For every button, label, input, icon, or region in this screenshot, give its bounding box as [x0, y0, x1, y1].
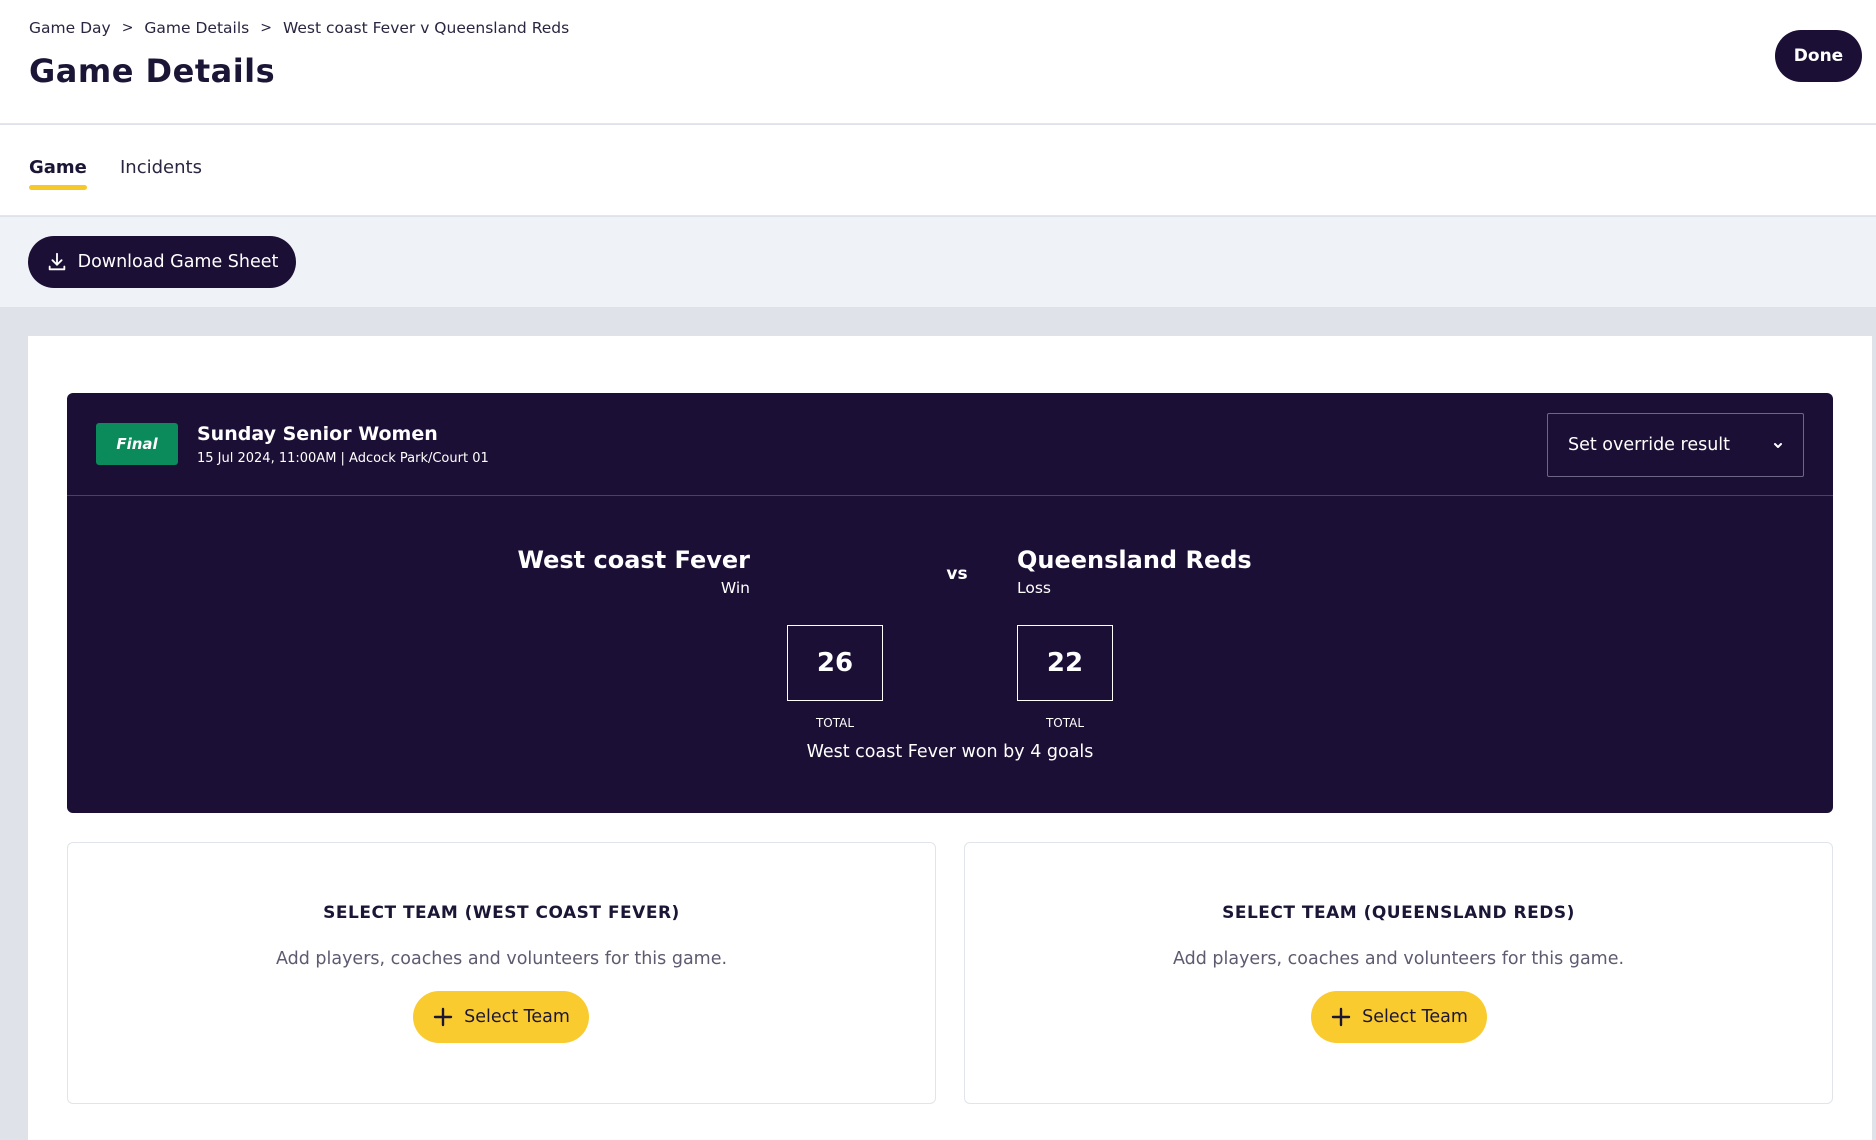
tab-bar: Game Incidents — [0, 125, 1876, 216]
select-team-label: Select Team — [464, 1007, 570, 1027]
breadcrumb: Game Day > Game Details > West coast Fev… — [29, 19, 569, 37]
select-team-label: Select Team — [1362, 1007, 1468, 1027]
vs-label: vs — [946, 564, 968, 584]
home-team-name: West coast Fever — [517, 546, 751, 574]
select-team-button-home[interactable]: Select Team — [413, 991, 589, 1043]
panel-title: SELECT TEAM (WEST COAST FEVER) — [323, 903, 680, 923]
plus-icon — [1331, 1007, 1351, 1027]
breadcrumb-separator: > — [121, 20, 134, 36]
panel-title: SELECT TEAM (QUEENSLAND REDS) — [1222, 903, 1575, 923]
breadcrumb-separator: > — [260, 20, 272, 36]
breadcrumb-game-details[interactable]: Game Details — [144, 19, 249, 37]
page: Game Day > Game Details > West coast Fev… — [0, 0, 1876, 1140]
override-result-select[interactable]: Set override result — [1547, 413, 1804, 477]
select-team-panel-home: SELECT TEAM (WEST COAST FEVER) Add playe… — [67, 842, 936, 1104]
away-score: 22 — [1017, 625, 1113, 701]
away-team-name: Queensland Reds — [1017, 546, 1252, 574]
tab-incidents[interactable]: Incidents — [120, 157, 202, 186]
home-total-label: TOTAL — [815, 716, 855, 730]
tab-game[interactable]: Game — [29, 157, 87, 190]
scoreboard-card: Final Sunday Senior Women 15 Jul 2024, 1… — [67, 393, 1833, 813]
home-score: 26 — [787, 625, 883, 701]
main-content: Final Sunday Senior Women 15 Jul 2024, 1… — [28, 336, 1872, 1140]
select-team-button-away[interactable]: Select Team — [1311, 991, 1487, 1043]
breadcrumb-current-game: West coast Fever v Queensland Reds — [282, 19, 570, 37]
home-team-result: Win — [720, 579, 750, 597]
scoreboard-header: Final Sunday Senior Women 15 Jul 2024, 1… — [67, 393, 1833, 496]
panel-subtitle: Add players, coaches and volunteers for … — [1172, 949, 1625, 969]
done-button[interactable]: Done — [1775, 30, 1862, 82]
panel-subtitle: Add players, coaches and volunteers for … — [275, 949, 728, 969]
page-header: Game Day > Game Details > West coast Fev… — [0, 0, 1876, 124]
page-title: Game Details — [29, 52, 276, 90]
status-badge: Final — [96, 423, 178, 465]
download-game-sheet-button[interactable]: Download Game Sheet — [28, 236, 296, 288]
away-team-result: Loss — [1017, 579, 1051, 597]
breadcrumb-game-day[interactable]: Game Day — [29, 19, 111, 37]
away-total-label: TOTAL — [1045, 716, 1085, 730]
game-meta: 15 Jul 2024, 11:00AM | Adcock Park/Court… — [197, 451, 489, 466]
competition-name: Sunday Senior Women — [197, 423, 438, 445]
download-game-sheet-label: Download Game Sheet — [77, 252, 279, 272]
override-result-label: Set override result — [1568, 435, 1731, 455]
action-bar: Download Game Sheet — [0, 217, 1876, 307]
plus-icon — [433, 1007, 453, 1027]
chevron-down-icon — [1774, 443, 1782, 448]
download-icon — [48, 252, 65, 271]
game-result-text: West coast Fever won by 4 goals — [806, 742, 1094, 762]
scoreboard-body: West coast Fever Win vs Queensland Reds … — [67, 496, 1833, 813]
select-team-panel-away: SELECT TEAM (QUEENSLAND REDS) Add player… — [964, 842, 1833, 1104]
